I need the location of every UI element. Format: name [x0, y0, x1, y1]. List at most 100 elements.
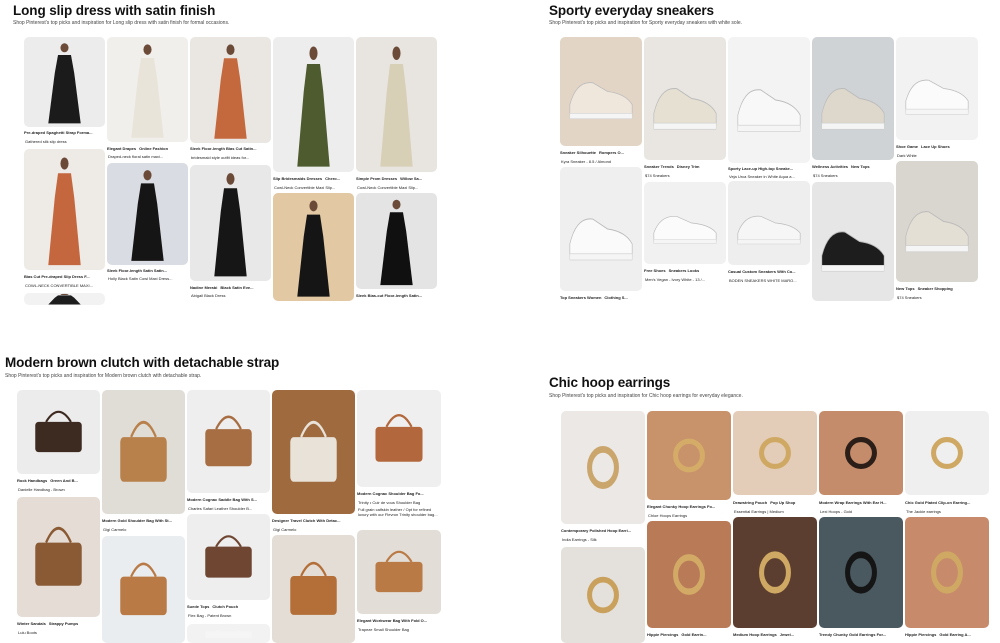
pin-image[interactable] — [356, 193, 437, 289]
pin-card[interactable]: Contemporary Polished Hoop Earri... Indi… — [561, 411, 645, 545]
pin-chip[interactable]: Willow Sa... — [400, 176, 422, 181]
pin-chip[interactable]: Elegant Workwear Bag With Fold O... — [357, 618, 427, 623]
pin-chip[interactable]: New Tops — [851, 164, 870, 169]
pin-card[interactable]: Bias Cut Pre-draped Slip Dress F... COWL… — [24, 149, 105, 291]
pin-chip[interactable]: Hippie Piercings — [905, 632, 936, 637]
pin-image[interactable] — [107, 163, 188, 265]
pin-card[interactable]: Sleek Bias-cut Floor-length Satin... — [356, 193, 437, 301]
pin-card[interactable]: Elegant Workwear Bag With Fold O... Trap… — [357, 530, 441, 635]
pin-card[interactable]: Medium Hoop Earrings Jewel... — [733, 517, 817, 643]
pin-chip[interactable]: Shoe Game — [896, 144, 918, 149]
pin-chip[interactable]: Elegant Chunky Hoop Earrings Fo... — [647, 504, 715, 509]
pin-card[interactable]: Elegant Drapes Online Fashion Draped-neck… — [107, 37, 188, 161]
pin-chip[interactable]: Medium Hoop Earrings — [733, 632, 777, 637]
pin-image[interactable] — [24, 37, 105, 127]
pin-card[interactable]: Sleek Floor-length Satin Satin... Holly … — [107, 163, 188, 283]
pin-card[interactable] — [273, 193, 354, 301]
pin-card[interactable]: Simple Prom Dresses Willow Sa... Cowl-Nec… — [356, 37, 437, 191]
pin-image[interactable] — [102, 390, 185, 514]
pin-chip[interactable]: Sporty Lace-up High-top Sneake... — [728, 166, 793, 171]
pin-chip[interactable]: Modern Wrap Earrings With Ear H... — [819, 500, 886, 505]
pin-chip[interactable]: Online Fashion — [139, 146, 168, 151]
pin-chip[interactable]: Disney Trim — [677, 164, 700, 169]
pin-chip[interactable]: Rock Handbags — [17, 478, 47, 483]
pin-chip[interactable]: Black Satin Eve... — [220, 285, 253, 290]
pin-image[interactable] — [905, 411, 989, 495]
pin-card[interactable] — [102, 536, 185, 643]
pin-chip[interactable]: Drawstring Pouch — [733, 500, 767, 505]
pin-card[interactable]: Modern Cognac Saddle Bag With S... Charl… — [187, 390, 270, 512]
pin-card[interactable]: Modern Gold Shoulder Bag With St... Gigi… — [102, 390, 185, 534]
pin-card[interactable] — [187, 624, 270, 643]
pin-image[interactable] — [905, 517, 989, 628]
pin-image[interactable] — [190, 165, 271, 281]
pin-image[interactable] — [107, 37, 188, 142]
pin-image[interactable] — [560, 37, 642, 146]
pin-image[interactable] — [728, 37, 810, 163]
pin-image[interactable] — [647, 521, 731, 628]
pin-chip[interactable]: Chero... — [325, 176, 340, 181]
pin-chip[interactable]: Gold Earring A... — [939, 632, 970, 637]
pin-card[interactable]: Drawstring Pouch Pop Up Shop Essential Ea… — [733, 411, 817, 515]
pin-chip[interactable]: Pop Up Shop — [770, 500, 795, 505]
pin-card[interactable]: New Tops Sneaker Shopping $74 Sneakers — [896, 161, 978, 301]
pin-card[interactable]: Shoe Game Lace Up Shoes Dark White — [896, 37, 978, 159]
pin-chip[interactable]: Sneaker Trends — [644, 164, 674, 169]
pin-chip[interactable]: Wellness Activities — [812, 164, 848, 169]
pin-image[interactable] — [272, 390, 355, 514]
pin-chip[interactable]: Gold Earrin... — [681, 632, 706, 637]
pin-image[interactable] — [560, 167, 642, 291]
pin-card[interactable]: Suede Tops Clutch Pouch Flex Bag - Patent… — [187, 514, 270, 622]
pin-image[interactable] — [819, 411, 903, 495]
pin-image[interactable] — [17, 390, 100, 474]
pin-image[interactable] — [187, 514, 270, 600]
pin-card[interactable]: Hippie Piercings Gold Earrin... — [647, 521, 731, 643]
pin-image[interactable] — [357, 390, 441, 487]
pin-chip[interactable]: Jewel... — [780, 632, 794, 637]
pin-chip[interactable]: Sneakers Looks — [669, 268, 700, 273]
pin-image[interactable] — [273, 37, 354, 172]
pin-card[interactable]: Trendy Chunky Gold Earrings For... — [819, 517, 903, 643]
pin-card[interactable]: Sneaker Silhouette Rompers O... Kyra Snea… — [560, 37, 642, 165]
pin-card[interactable]: Designer Travel Clutch With Detac... Gig… — [272, 390, 355, 533]
pin-card[interactable]: Casual Custom Sneakers With Co... BODEN … — [728, 181, 810, 287]
pin-image[interactable] — [561, 411, 645, 524]
pin-card[interactable]: Chic Gold Plated Clip-on Earring... The … — [905, 411, 989, 515]
pin-chip[interactable]: Sleek Bias-cut Floor-length Satin... — [356, 293, 422, 298]
pin-card[interactable]: Pre-draped Spaghetti Strap Forma... Gath… — [24, 37, 105, 147]
pin-chip[interactable]: Chic Gold Plated Clip-on Earring... — [905, 500, 970, 505]
pin-image[interactable] — [812, 182, 894, 301]
pin-chip[interactable]: Rompers O... — [599, 150, 624, 155]
pin-chip[interactable]: Simple Prom Dresses — [356, 176, 397, 181]
pin-image[interactable] — [273, 193, 354, 301]
pin-image[interactable] — [819, 517, 903, 628]
pin-image[interactable] — [356, 37, 437, 172]
pin-card[interactable]: Modern Wrap Earrings With Ear H... Lexi … — [819, 411, 903, 515]
pin-card[interactable]: Rock Handbags Green And B... Danielle Han… — [17, 390, 100, 495]
pin-chip[interactable]: Green And B... — [50, 478, 78, 483]
pin-card[interactable]: Elegant Chunky Hoop Earrings Fo... Chloe… — [647, 411, 731, 519]
pin-chip[interactable]: Trendy Chunky Gold Earrings For... — [819, 632, 886, 637]
pin-card[interactable]: Nadine Merabi Black Satin Eve... Abigail … — [190, 165, 271, 301]
pin-chip[interactable]: Free Shoes — [644, 268, 666, 273]
pin-image[interactable] — [896, 37, 978, 140]
pin-chip[interactable]: Modern Cognac Saddle Bag With S... — [187, 497, 257, 502]
pin-card[interactable]: Sporty Lace-up High-top Sneake... Veja U… — [728, 37, 810, 179]
pin-image[interactable] — [24, 149, 105, 270]
pin-image[interactable] — [190, 37, 271, 143]
pin-card[interactable]: Modern Cognac Shoulder Bag Fo... Trinity… — [357, 390, 441, 528]
pin-image[interactable] — [733, 517, 817, 628]
pin-chip[interactable]: Elegant Drapes — [107, 146, 136, 151]
pin-chip[interactable]: New Tops — [896, 286, 915, 291]
pin-card[interactable]: Slip Bridesmaids Dresses Chero... Cowl-Ne… — [273, 37, 354, 191]
pin-chip[interactable]: Modern Gold Shoulder Bag With St... — [102, 518, 172, 523]
pin-image[interactable] — [187, 624, 270, 643]
pin-chip[interactable]: Slip Bridesmaids Dresses — [273, 176, 322, 181]
pin-card[interactable]: Sneaker Trends Disney Trim $74 Sneakers — [644, 37, 726, 180]
pin-chip[interactable]: Clothing S... — [604, 295, 627, 300]
pin-chip[interactable]: Hippie Piercings — [647, 632, 678, 637]
pin-chip[interactable]: Casual Custom Sneakers With Co... — [728, 269, 796, 274]
pin-image[interactable] — [733, 411, 817, 495]
pin-chip[interactable]: Designer Travel Clutch With Detac... — [272, 518, 340, 523]
pin-image[interactable] — [24, 293, 105, 305]
